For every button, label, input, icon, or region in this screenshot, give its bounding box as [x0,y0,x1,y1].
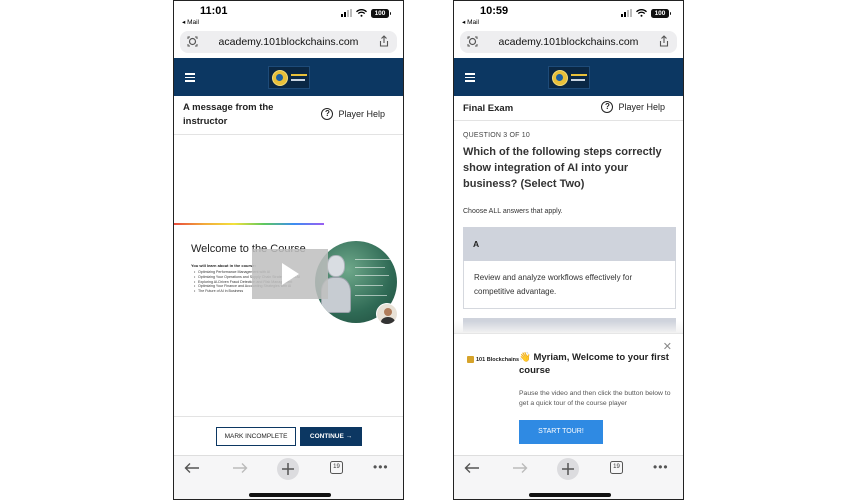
question-text: Which of the following steps correctly s… [463,146,662,190]
phone-left: 11:01 ◂ Mail 100 academy.101blockchains.… [173,0,404,500]
back-to-mail-link[interactable]: ◂ Mail [182,18,199,26]
popup-title: 👋 Myriam, Welcome to your first course [519,352,669,376]
instructor-avatar [376,303,398,325]
lesson-title-bar: Final Exam ? Player Help [454,96,683,121]
popup-body: Pause the video and then click the butto… [519,390,671,407]
option-a-header[interactable]: A [463,227,676,261]
more-options-icon[interactable]: ••• [373,460,389,474]
popup-logo: 101 Blockchains [467,356,519,363]
question-number: QUESTION 3 OF 10 [463,132,530,139]
new-tab-button[interactable] [277,458,299,480]
welcome-tour-popup: ✕ 101 Blockchains 👋 Myriam, Welcome to y… [454,333,683,455]
new-tab-button[interactable] [557,458,579,480]
slide-subtitle: You will learn about in the course: [191,263,256,268]
hamburger-menu-icon[interactable] [185,73,195,84]
status-bar: 10:59 ◂ Mail 100 [454,1,683,29]
address-bar[interactable]: academy.101blockchains.com [180,31,397,53]
continue-button[interactable]: CONTINUE → [300,427,362,446]
player-help-label: Player Help [338,109,385,119]
help-circle-icon: ? [601,101,614,113]
back-to-mail-link[interactable]: ◂ Mail [462,18,479,26]
mark-incomplete-button[interactable]: MARK INCOMPLETE [216,427,296,446]
battery-icon: 100 [371,8,391,18]
plus-icon [282,463,294,475]
popup-shadow [454,321,683,333]
academy-logo[interactable] [548,66,590,89]
back-arrow-icon[interactable] [184,462,200,474]
browser-toolbar: 19 ••• [174,455,403,499]
hamburger-menu-icon[interactable] [465,73,475,84]
tab-switcher-button[interactable]: 19 [610,461,623,474]
option-a-letter: A [473,239,480,249]
help-circle-icon: ? [321,108,334,120]
status-time: 11:01 [200,5,228,17]
slide-accent-line [174,223,324,225]
page-title: Final Exam [463,103,514,114]
system-indicators: 100 [341,8,391,18]
signal-icon [341,9,352,17]
blockchains-mark-icon [467,356,474,363]
status-time: 10:59 [480,5,509,17]
plus-icon [562,463,574,475]
home-indicator[interactable] [249,493,331,497]
site-header [174,58,403,96]
share-icon[interactable] [659,35,669,47]
option-a-text: Review and analyze workflows effectively… [474,273,633,296]
lesson-title-bar: A message from the instructor ? Player H… [174,96,403,135]
player-help-label: Player Help [618,102,665,112]
forward-arrow-icon[interactable] [512,462,528,474]
academy-logo[interactable] [268,66,310,89]
page-title: A message from the instructor [183,102,274,127]
address-bar[interactable]: academy.101blockchains.com [460,31,677,53]
site-header [454,58,683,96]
player-help-button[interactable]: ? Player Help [601,101,665,113]
play-button-icon[interactable] [252,249,328,299]
screenshot-stage: 11:01 ◂ Mail 100 academy.101blockchains.… [0,0,850,500]
battery-icon: 100 [651,8,671,18]
home-indicator[interactable] [529,493,611,497]
url-text[interactable]: academy.101blockchains.com [460,36,677,48]
video-player[interactable]: Welcome to the Course You will learn abo… [174,135,403,415]
option-a-body[interactable]: Review and analyze workflows effectively… [463,261,676,309]
status-bar: 11:01 ◂ Mail 100 [174,1,403,29]
system-indicators: 100 [621,8,671,18]
forward-arrow-icon[interactable] [232,462,248,474]
share-icon[interactable] [379,35,389,47]
browser-toolbar: 19 ••• [454,455,683,499]
wifi-icon [636,9,647,17]
more-options-icon[interactable]: ••• [653,460,669,474]
answer-instruction: Choose ALL answers that apply. [463,208,563,215]
wifi-icon [356,9,367,17]
popup-logo-text: 101 Blockchains [476,356,520,363]
signal-icon [621,9,632,17]
start-tour-button[interactable]: START TOUR! [519,420,603,444]
url-text[interactable]: academy.101blockchains.com [180,36,397,48]
player-help-button[interactable]: ? Player Help [321,108,385,120]
lesson-footer: MARK INCOMPLETE CONTINUE → [174,416,403,455]
back-arrow-icon[interactable] [464,462,480,474]
tab-switcher-button[interactable]: 19 [330,461,343,474]
phone-right: 10:59 ◂ Mail 100 academy.101blockchains.… [453,0,684,500]
